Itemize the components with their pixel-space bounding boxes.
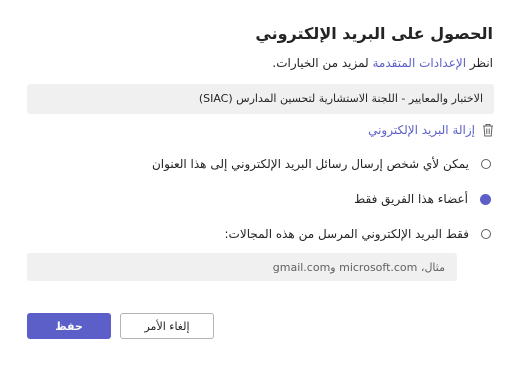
description-prefix: انظر <box>466 56 493 70</box>
channel-name-field: الاختبار والمعايير - اللجنة الاستشارية ل… <box>27 84 494 114</box>
cancel-button[interactable]: إلغاء الأمر <box>120 313 214 339</box>
remove-email-label: إزالة البريد الإلكتروني <box>368 123 475 137</box>
domains-input[interactable] <box>27 253 457 281</box>
advanced-settings-link[interactable]: الإعدادات المتقدمة <box>373 56 467 70</box>
save-button[interactable]: حفظ <box>27 313 111 339</box>
option-anyone[interactable]: يمكن لأي شخص إرسال رسائل البريد الإلكترو… <box>152 154 491 174</box>
option-members-only-label: أعضاء هذا الفريق فقط <box>354 192 468 206</box>
dialog-title: الحصول على البريد الإلكتروني <box>255 24 493 43</box>
option-specific-domains-label: فقط البريد الإلكتروني المرسل من هذه المج… <box>224 227 469 241</box>
option-anyone-label: يمكن لأي شخص إرسال رسائل البريد الإلكترو… <box>151 157 469 171</box>
trash-icon <box>481 122 495 138</box>
remove-email-button[interactable]: إزالة البريد الإلكتروني <box>368 120 495 140</box>
dialog-description: انظر الإعدادات المتقدمة لمزيد من الخيارا… <box>272 56 493 70</box>
radio-anyone[interactable] <box>481 159 491 169</box>
radio-members-only[interactable] <box>480 193 491 205</box>
description-suffix: لمزيد من الخيارات. <box>272 56 373 70</box>
option-members-only[interactable]: أعضاء هذا الفريق فقط <box>354 189 491 209</box>
option-specific-domains[interactable]: فقط البريد الإلكتروني المرسل من هذه المج… <box>225 224 491 244</box>
radio-specific-domains[interactable] <box>481 229 491 239</box>
get-email-dialog: الحصول على البريد الإلكتروني انظر الإعدا… <box>0 0 520 367</box>
